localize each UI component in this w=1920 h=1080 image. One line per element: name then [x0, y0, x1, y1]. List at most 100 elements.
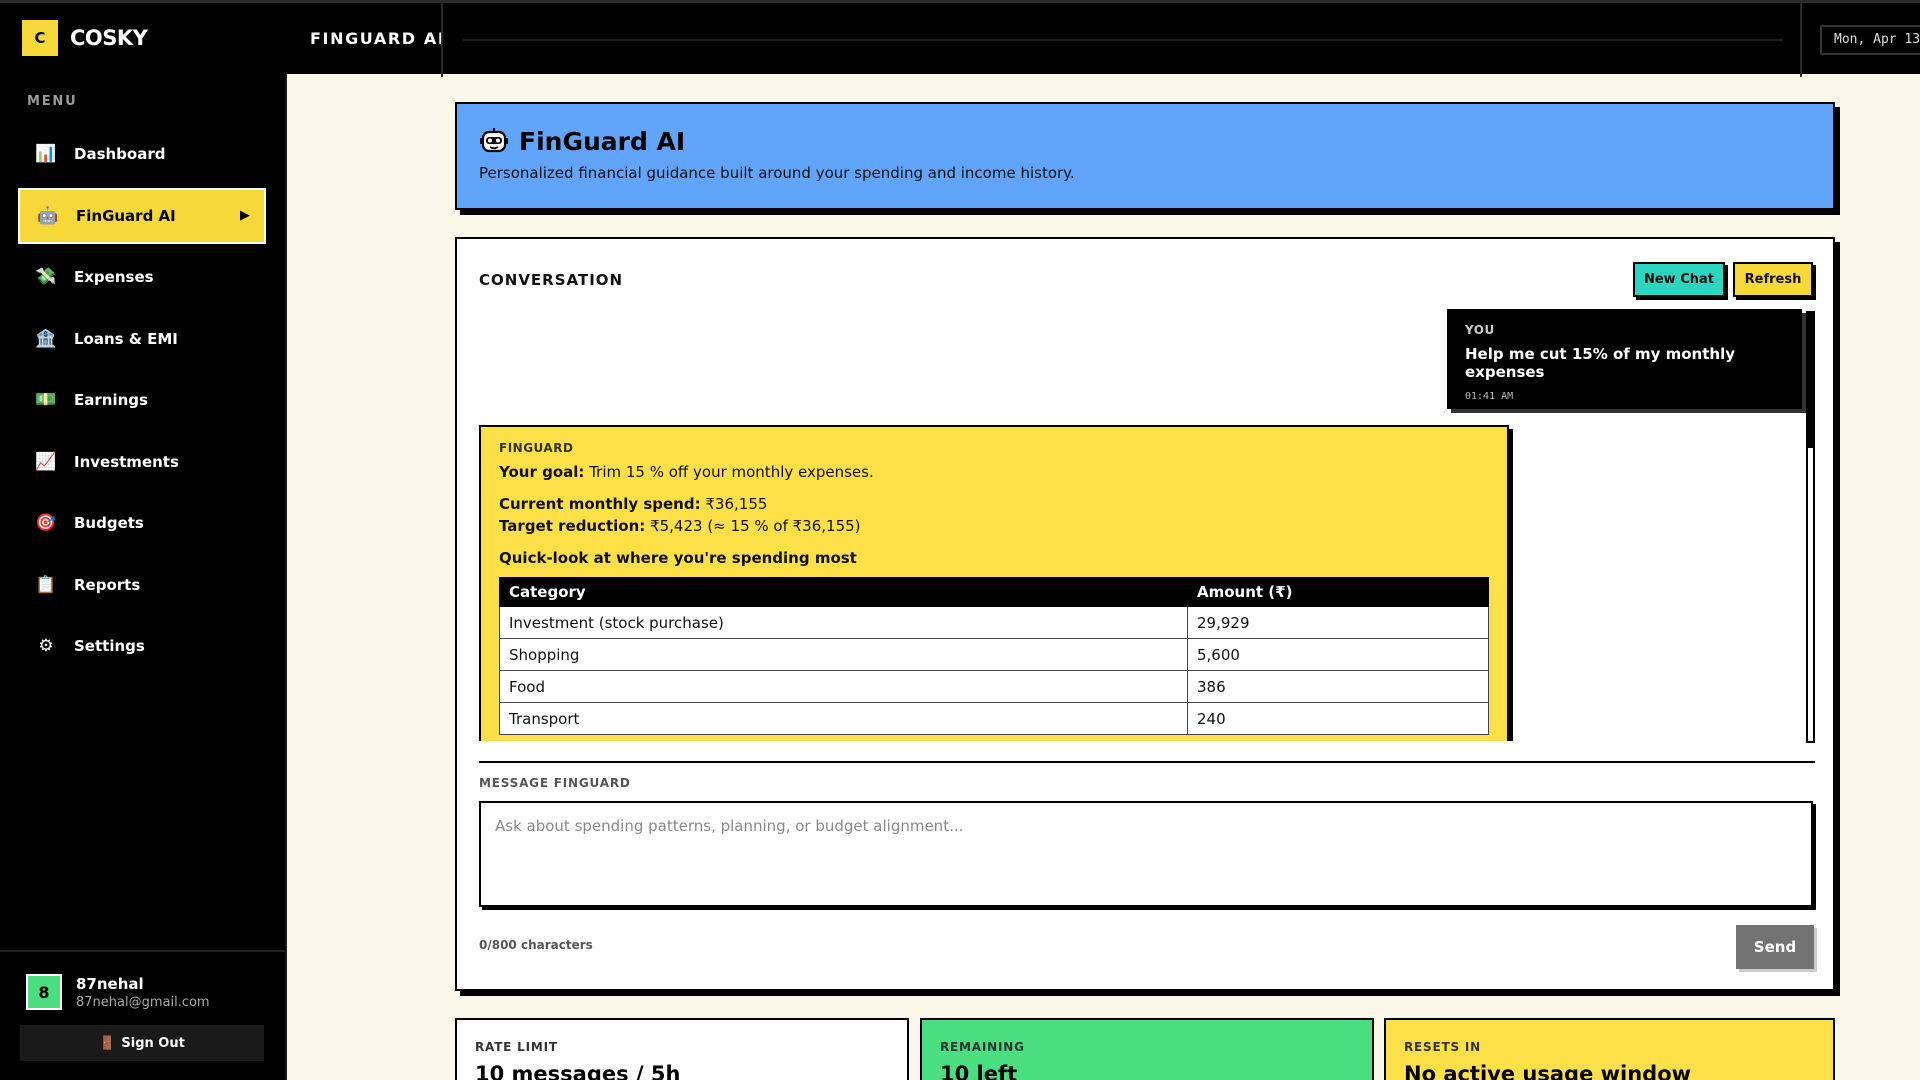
table-header-row: Category Amount (₹)	[499, 577, 1489, 607]
sidebar-item-label: Expenses	[74, 268, 154, 286]
table-row: Investment (stock purchase) 29,929	[499, 606, 1489, 639]
door-icon: 🚪	[99, 1035, 116, 1051]
spend-line: Current monthly spend: ₹36,155	[499, 495, 1489, 513]
page-title-text: FinGuard AI	[519, 126, 686, 156]
composer-label: MESSAGE FINGUARD	[479, 776, 631, 790]
spending-table: Category Amount (₹) Investment (stock pu…	[499, 577, 1489, 735]
sidebar-item-dashboard[interactable]: 📊 Dashboard	[18, 126, 266, 182]
stat-label: RESETS IN	[1404, 1040, 1481, 1054]
new-chat-button[interactable]: New Chat	[1633, 262, 1725, 297]
sidebar-item-label: Reports	[74, 575, 141, 594]
user-message: YOU Help me cut 15% of my monthly expens…	[1447, 309, 1802, 409]
scrollbar-thumb[interactable]	[1808, 313, 1813, 448]
chat-scrollbar[interactable]	[1806, 311, 1815, 743]
table-cell: 29,929	[1187, 606, 1489, 639]
spend-label: Current monthly spend:	[499, 495, 701, 513]
remaining-card: REMAINING 10 left	[920, 1018, 1374, 1080]
send-button[interactable]: Send	[1736, 925, 1814, 969]
refresh-button[interactable]: Refresh	[1733, 262, 1813, 297]
sidebar-item-earnings[interactable]: 💵 Earnings	[18, 372, 266, 428]
sign-out-button[interactable]: 🚪 Sign Out	[20, 1025, 264, 1061]
goal-line: Your goal: Trim 15 % off your monthly ex…	[499, 463, 1489, 481]
sidebar-nav: 📊 Dashboard 🤖 FinGuard AI ▶ 💸 Expenses 🏦…	[18, 126, 266, 680]
sidebar-item-label: Settings	[74, 637, 145, 655]
bank-icon: 🏦	[35, 328, 57, 349]
table-row: Food 386	[499, 670, 1489, 703]
rate-limit-card: RATE LIMIT 10 messages / 5h	[455, 1018, 909, 1080]
char-count: 0/800 characters	[479, 938, 593, 952]
sidebar-item-finguard-ai[interactable]: 🤖 FinGuard AI ▶	[18, 187, 266, 244]
sidebar-item-label: Budgets	[74, 514, 144, 532]
table-cell: 386	[1187, 670, 1489, 703]
message-input[interactable]	[479, 801, 1813, 907]
top-bar: C COSKY FINGUARD AI Mon, Apr 13	[0, 0, 1920, 77]
money-wings-icon: 💸	[35, 267, 57, 287]
cash-icon: 💵	[35, 390, 57, 410]
message-sender: FINGUARD	[499, 441, 574, 455]
brand-name: COSKY	[70, 26, 148, 50]
chat-history[interactable]: YOU Help me cut 15% of my monthly expens…	[479, 309, 1819, 741]
menu-label: MENU	[27, 94, 78, 109]
goal-label: Your goal:	[499, 463, 585, 481]
robot-icon: 🤖	[37, 205, 59, 226]
stat-value: 10 messages / 5h	[475, 1062, 681, 1080]
stat-label: RATE LIMIT	[475, 1040, 558, 1054]
sidebar-item-loans-emi[interactable]: 🏦 Loans & EMI	[18, 311, 266, 367]
table-cell: Food	[499, 670, 1188, 703]
gear-icon: ⚙	[38, 636, 54, 656]
user-name: 87nehal	[76, 974, 144, 993]
table-row: Shopping 5,600	[499, 638, 1489, 671]
date-display: Mon, Apr 13	[1820, 25, 1920, 55]
sidebar-item-label: Earnings	[74, 391, 148, 409]
brand[interactable]: C COSKY	[22, 20, 148, 56]
target-value: ₹5,423 (≈ 15 % of ₹36,155)	[650, 517, 861, 535]
composer-divider	[479, 761, 1815, 763]
quicklook-heading: Quick-look at where you're spending most	[499, 549, 857, 567]
table-cell: Shopping	[499, 638, 1188, 671]
message-text: Help me cut 15% of my monthly expenses	[1465, 345, 1736, 381]
sidebar-item-label: FinGuard AI	[76, 206, 176, 225]
conversation-label: CONVERSATION	[479, 271, 624, 289]
table-row: Transport 240	[499, 702, 1489, 735]
sidebar-item-budgets[interactable]: 🎯 Budgets	[18, 495, 266, 551]
stat-label: REMAINING	[940, 1040, 1025, 1054]
topbar-title: FINGUARD AI	[310, 29, 446, 48]
table-cell: 240	[1187, 702, 1489, 735]
sidebar-item-settings[interactable]: ⚙ Settings	[18, 618, 266, 674]
target-line: Target reduction: ₹5,423 (≈ 15 % of ₹36,…	[499, 517, 1489, 535]
page-title: FinGuard AI	[479, 126, 1811, 156]
user-profile[interactable]: 8 87nehal 87nehal@gmail.com	[26, 974, 210, 1010]
target-label: Target reduction:	[499, 517, 646, 535]
sidebar-item-label: Dashboard	[74, 145, 166, 163]
sidebar-divider	[0, 950, 285, 952]
target-icon: 🎯	[35, 513, 57, 533]
table-cell: 5,600	[1187, 638, 1489, 671]
play-arrow-icon: ▶	[240, 208, 250, 223]
brand-logo: C	[22, 20, 58, 56]
assistant-message: FINGUARD Your goal: Trim 15 % off your m…	[479, 425, 1509, 741]
sidebar: MENU 📊 Dashboard 🤖 FinGuard AI ▶ 💸 Expen…	[0, 74, 287, 1080]
trend-up-icon: 📈	[35, 451, 57, 472]
table-header: Amount (₹)	[1187, 577, 1489, 607]
bar-chart-icon: 📊	[35, 144, 57, 164]
topbar-divider	[441, 3, 443, 77]
clipboard-icon: 📋	[35, 574, 57, 595]
topbar-divider-right	[1800, 3, 1802, 77]
table-header: Category	[499, 577, 1188, 607]
table-cell: Transport	[499, 702, 1188, 735]
sidebar-item-expenses[interactable]: 💸 Expenses	[18, 249, 266, 305]
sidebar-item-reports[interactable]: 📋 Reports	[18, 557, 266, 613]
message-sender: YOU	[1465, 323, 1495, 337]
topbar-rule	[463, 39, 1783, 41]
table-cell: Investment (stock purchase)	[499, 606, 1188, 639]
sidebar-item-investments[interactable]: 📈 Investments	[18, 434, 266, 490]
page-subtitle: Personalized financial guidance built ar…	[479, 164, 1075, 182]
sidebar-item-label: Investments	[74, 452, 179, 471]
resets-in-card: RESETS IN No active usage window	[1384, 1018, 1835, 1080]
stat-value: 10 left	[940, 1062, 1018, 1080]
stat-value: No active usage window	[1404, 1062, 1692, 1080]
message-time: 01:41 AM	[1465, 391, 1514, 402]
robot-icon	[480, 128, 508, 153]
conversation-panel: CONVERSATION New Chat Refresh YOU Help m…	[455, 237, 1835, 991]
sidebar-item-label: Loans & EMI	[74, 329, 178, 348]
